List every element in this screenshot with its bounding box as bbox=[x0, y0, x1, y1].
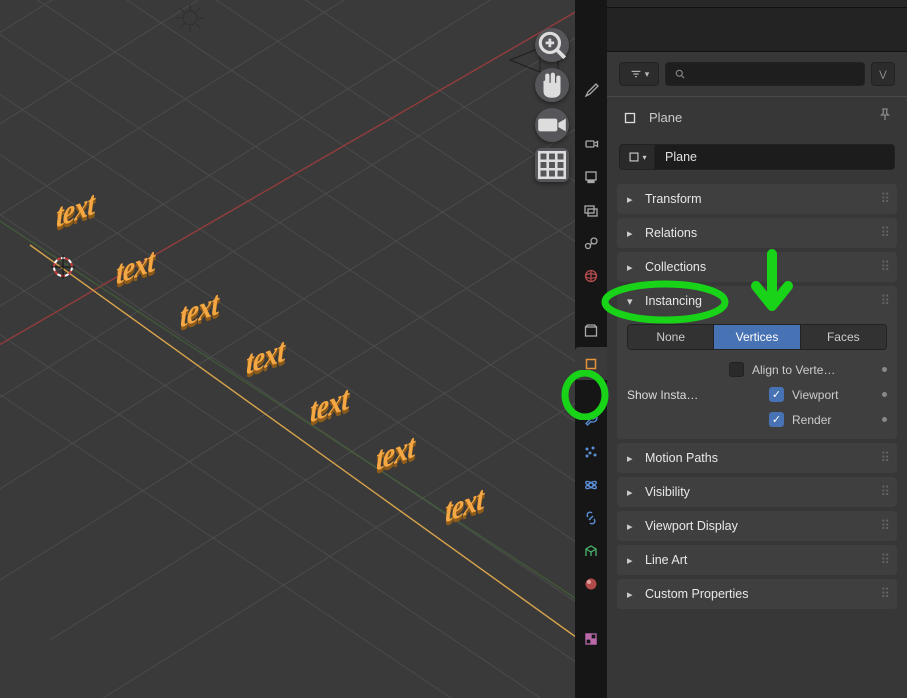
section-label: Custom Properties bbox=[645, 587, 872, 601]
instancing-vertices-button[interactable]: Vertices bbox=[714, 325, 800, 349]
object-breadcrumb: Plane bbox=[607, 96, 907, 138]
tab-material[interactable] bbox=[575, 567, 607, 600]
properties-tab-strip bbox=[575, 0, 607, 698]
section-label: Instancing bbox=[645, 294, 872, 308]
hand-icon[interactable] bbox=[535, 68, 569, 102]
drag-handle-icon[interactable]: ⠿ bbox=[880, 225, 887, 241]
section-instancing[interactable]: ▾ Instancing ⠿ bbox=[617, 286, 897, 316]
section-relations[interactable]: ▸Relations⠿ bbox=[617, 218, 897, 248]
section-label: Relations bbox=[645, 226, 872, 240]
instancing-mode-group: None Vertices Faces bbox=[627, 324, 887, 350]
properties-search-input[interactable] bbox=[665, 62, 865, 86]
section-label: Line Art bbox=[645, 553, 872, 567]
keyframe-dot-icon[interactable] bbox=[882, 367, 887, 372]
section-motion-paths[interactable]: ▸Motion Paths⠿ bbox=[617, 443, 897, 473]
section-label: Collections bbox=[645, 260, 872, 274]
object-icon bbox=[621, 109, 639, 127]
tab-render[interactable] bbox=[575, 127, 607, 160]
drag-handle-icon[interactable]: ⠿ bbox=[880, 586, 887, 602]
viewport-label: Viewport bbox=[792, 388, 862, 402]
tab-texture[interactable] bbox=[575, 622, 607, 655]
drag-handle-icon[interactable]: ⠿ bbox=[880, 259, 887, 275]
tab-constraints[interactable] bbox=[575, 501, 607, 534]
pin-icon[interactable] bbox=[877, 107, 893, 128]
section-transform[interactable]: ▸Transform⠿ bbox=[617, 184, 897, 214]
section-label: Viewport Display bbox=[645, 519, 872, 533]
perspective-grid-icon[interactable] bbox=[535, 148, 569, 182]
tab-collection[interactable] bbox=[575, 314, 607, 347]
properties-panel: ▾ ⋁ Plane ▾ Plane ▸Transform⠿ ▸Relations… bbox=[607, 0, 907, 698]
camera-icon[interactable] bbox=[535, 108, 569, 142]
show-render-checkbox[interactable]: ✓ bbox=[769, 412, 784, 427]
section-visibility[interactable]: ▸Visibility⠿ bbox=[617, 477, 897, 507]
drag-handle-icon[interactable]: ⠿ bbox=[880, 191, 887, 207]
tab-particles[interactable] bbox=[575, 435, 607, 468]
align-to-vertex-label: Align to Verte… bbox=[752, 363, 862, 377]
object-name-label: Plane bbox=[649, 110, 867, 125]
drag-handle-icon[interactable]: ⠿ bbox=[880, 518, 887, 534]
section-label: Motion Paths bbox=[645, 451, 872, 465]
viewport-grid bbox=[0, 0, 575, 698]
render-label: Render bbox=[792, 413, 862, 427]
section-viewport-display[interactable]: ▸Viewport Display⠿ bbox=[617, 511, 897, 541]
search-icon bbox=[674, 68, 686, 80]
section-custom-properties[interactable]: ▸Custom Properties⠿ bbox=[617, 579, 897, 609]
section-label: Visibility bbox=[645, 485, 872, 499]
align-to-vertex-checkbox[interactable] bbox=[729, 362, 744, 377]
section-collections[interactable]: ▸Collections⠿ bbox=[617, 252, 897, 282]
drag-handle-icon[interactable]: ⠿ bbox=[880, 450, 887, 466]
tab-objectdata[interactable] bbox=[575, 534, 607, 567]
3d-cursor-icon bbox=[48, 252, 78, 282]
tab-object[interactable] bbox=[575, 347, 607, 380]
datablock-type-dropdown[interactable]: ▾ bbox=[619, 144, 655, 170]
zoom-icon[interactable] bbox=[535, 28, 569, 62]
filter-dropdown[interactable]: ▾ bbox=[619, 62, 659, 86]
datablock-name-input[interactable]: Plane bbox=[655, 144, 895, 170]
tab-world[interactable] bbox=[575, 259, 607, 292]
section-line-art[interactable]: ▸Line Art⠿ bbox=[617, 545, 897, 575]
show-viewport-checkbox[interactable]: ✓ bbox=[769, 387, 784, 402]
viewport-tool-icons bbox=[535, 28, 569, 182]
tab-scene[interactable] bbox=[575, 226, 607, 259]
keyframe-dot-icon[interactable] bbox=[882, 417, 887, 422]
tab-viewlayer[interactable] bbox=[575, 193, 607, 226]
show-instancer-label: Show Insta… bbox=[627, 388, 715, 402]
tab-physics[interactable] bbox=[575, 468, 607, 501]
3d-viewport[interactable]: text text text text text text text bbox=[0, 0, 575, 698]
tab-output[interactable] bbox=[575, 160, 607, 193]
tab-modifiers[interactable] bbox=[575, 402, 607, 435]
drag-handle-icon[interactable]: ⠿ bbox=[880, 484, 887, 500]
drag-handle-icon[interactable]: ⠿ bbox=[880, 293, 887, 309]
instancing-none-button[interactable]: None bbox=[628, 325, 714, 349]
instancing-faces-button[interactable]: Faces bbox=[801, 325, 886, 349]
keyframe-dot-icon[interactable] bbox=[882, 392, 887, 397]
section-label: Transform bbox=[645, 192, 872, 206]
outliner-fragment bbox=[607, 8, 907, 52]
tab-tool[interactable] bbox=[575, 72, 607, 105]
options-dropdown[interactable]: ⋁ bbox=[871, 62, 895, 86]
drag-handle-icon[interactable]: ⠿ bbox=[880, 552, 887, 568]
